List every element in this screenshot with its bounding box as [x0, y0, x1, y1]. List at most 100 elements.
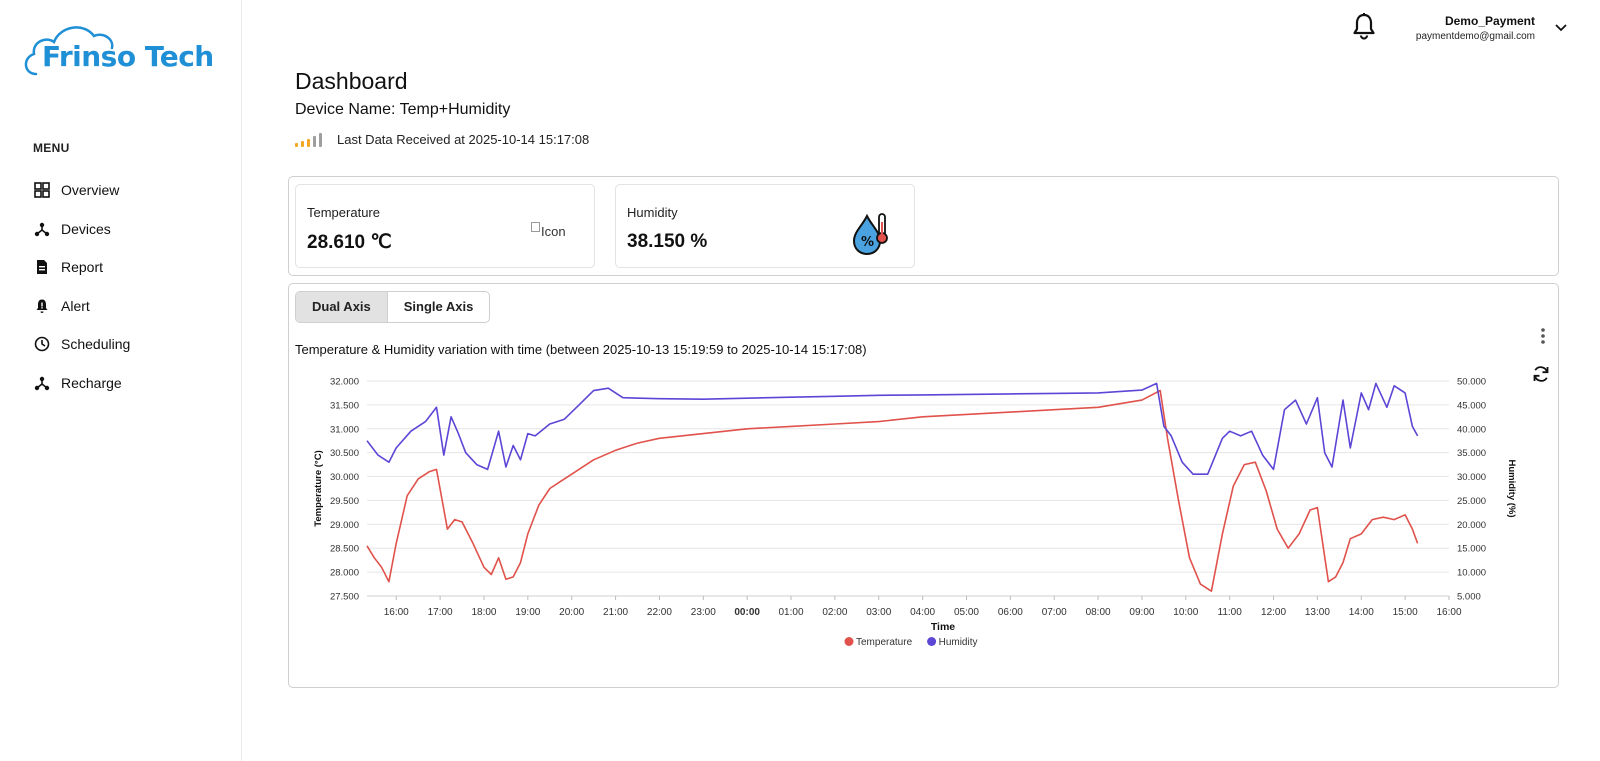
devices-icon: [33, 220, 51, 238]
x-tick-label: 01:00: [779, 607, 804, 618]
chart-panel: Dual Axis Single Axis Temperature & Humi…: [288, 283, 1559, 688]
sidebar-item-overview[interactable]: Overview: [33, 171, 130, 210]
clock-icon: [33, 335, 51, 353]
y-left-tick-label: 28.000: [330, 568, 359, 579]
x-tick-label: 15:00: [1393, 607, 1418, 618]
bell-icon[interactable]: [1350, 12, 1378, 42]
chevron-down-icon[interactable]: [1554, 21, 1568, 33]
image-frame: [531, 221, 540, 232]
signal-strength-icon: [295, 132, 325, 147]
legend-label: Humidity: [939, 637, 978, 648]
y-left-tick-label: 27.500: [330, 592, 359, 603]
signal-bar: [319, 132, 322, 147]
legend-label: Temperature: [856, 637, 913, 648]
readings-panel: Temperature 28.610 ℃ Icon Humidity 38.15…: [288, 176, 1559, 276]
temperature-humidity-chart: 32.000 31.500 31.000 30.500 30.000 29.500 29.0…: [313, 377, 1517, 649]
y-left-tick-label: 30.000: [330, 472, 359, 483]
card-title: Temperature: [307, 205, 380, 220]
y-left-tick-label: 31.000: [330, 424, 359, 435]
x-tick-label: 06:00: [998, 607, 1023, 618]
menu-title: MENU: [33, 141, 70, 155]
signal-bar: [307, 138, 310, 147]
y-right-tick-label: 5.000: [1457, 592, 1481, 603]
x-tick-label: 05:00: [954, 607, 979, 618]
x-tick-label: 08:00: [1086, 607, 1111, 618]
y-right-tick-label: 15.000: [1457, 544, 1486, 555]
humidity-card: Humidity 38.150 % %: [615, 184, 915, 268]
y-right-axis-label: Humidity (%): [1506, 459, 1517, 517]
y-right-tick-label: 40.000: [1457, 424, 1486, 435]
legend-marker-temperature: [844, 637, 854, 646]
brand-name: Frinso Tech: [42, 40, 214, 73]
sidebar-item-recharge[interactable]: Recharge: [33, 364, 130, 403]
sidebar-item-label: Report: [61, 259, 104, 276]
x-axis-label: Time: [931, 621, 955, 633]
signal-bar: [313, 135, 316, 147]
x-tick-label: 20:00: [559, 607, 584, 618]
device-name: Device Name: Temp+Humidity: [295, 101, 511, 118]
user-name: Demo_Payment: [1444, 14, 1535, 28]
sidebar-item-alert[interactable]: Alert: [33, 287, 130, 326]
grid-icon: [33, 181, 51, 199]
brand-logo[interactable]: Frinso Tech: [22, 18, 222, 80]
sidebar-item-label: Scheduling: [61, 336, 131, 353]
sidebar-item-label: Devices: [61, 220, 111, 237]
x-tick-label: 13:00: [1305, 607, 1330, 618]
x-tick-label: 16:00: [384, 607, 409, 618]
y-right-tick-label: 10.000: [1457, 568, 1486, 579]
legend-marker-humidity: [927, 637, 937, 646]
x-tick-label: 19:00: [515, 607, 540, 618]
series-line-temperature: [366, 389, 1419, 592]
y-left-tick-label: 29.500: [330, 496, 359, 507]
page-title: Dashboard: [295, 68, 408, 94]
x-tick-label: 02:00: [822, 607, 847, 618]
x-tick-label: 09:00: [1129, 607, 1154, 618]
y-left-tick-label: 31.500: [330, 400, 359, 411]
x-tick-label: 17:00: [428, 607, 453, 618]
x-tick-label: 10:00: [1173, 607, 1198, 618]
x-tick-label: 07:00: [1042, 607, 1067, 618]
x-tick-label: 16:00: [1436, 607, 1461, 618]
y-left-axis-label: Temperature (°C): [313, 450, 324, 526]
sidebar-item-label: Recharge: [61, 374, 122, 391]
recharge-icon: [33, 374, 51, 392]
x-tick-label: 11:00: [1218, 607, 1243, 618]
sidebar: Frinso Tech MENU Overview Devices Report: [0, 0, 242, 761]
x-tick-label: 18:00: [471, 607, 496, 618]
image-alt-text: Icon: [541, 224, 566, 239]
x-tick-label: 03:00: [866, 607, 891, 618]
last-data-text: Last Data Received at 2025-10-14 15:17:0…: [337, 132, 590, 147]
y-right-tick-label: 20.000: [1457, 520, 1486, 531]
x-tick-label: 12:00: [1261, 607, 1286, 618]
x-tick-label: 22:00: [647, 607, 672, 618]
y-right-tick-label: 35.000: [1457, 448, 1486, 459]
y-left-tick-label: 28.500: [330, 544, 359, 555]
x-tick-label: 23:00: [691, 607, 716, 618]
sidebar-item-label: Alert: [61, 297, 90, 314]
svg-text:%: %: [861, 235, 874, 250]
card-title: Humidity: [627, 205, 678, 220]
signal-bar: [301, 140, 304, 147]
humidity-value: 38.150 %: [627, 231, 708, 252]
y-left-tick-label: 29.000: [330, 520, 359, 531]
user-email: paymentdemo@gmail.com: [1415, 31, 1535, 42]
sidebar-item-scheduling[interactable]: Scheduling: [33, 325, 130, 364]
user-menu[interactable]: Demo_Payment paymentdemo@gmail.com: [1416, 14, 1535, 42]
y-left-tick-label: 32.000: [330, 377, 359, 388]
broken-image-icon: Icon: [531, 221, 566, 239]
alert-icon: [33, 297, 51, 315]
y-right-tick-label: 45.000: [1457, 400, 1486, 411]
sidebar-item-devices[interactable]: Devices: [33, 210, 130, 249]
humidity-drop-icon: %: [850, 212, 890, 261]
x-tick-label: 14:00: [1349, 607, 1374, 618]
x-tick-label: 00:00: [734, 607, 760, 618]
signal-bar: [295, 142, 298, 147]
sidebar-item-report[interactable]: Report: [33, 248, 130, 287]
y-left-tick-label: 30.500: [330, 448, 359, 459]
sidebar-nav: Overview Devices Report Alert Scheduling: [33, 171, 130, 402]
y-right-tick-label: 50.000: [1457, 377, 1486, 388]
sidebar-item-label: Overview: [61, 182, 120, 199]
y-right-tick-label: 30.000: [1457, 472, 1486, 483]
x-tick-label: 04:00: [910, 607, 935, 618]
y-right-tick-label: 25.000: [1457, 496, 1486, 507]
